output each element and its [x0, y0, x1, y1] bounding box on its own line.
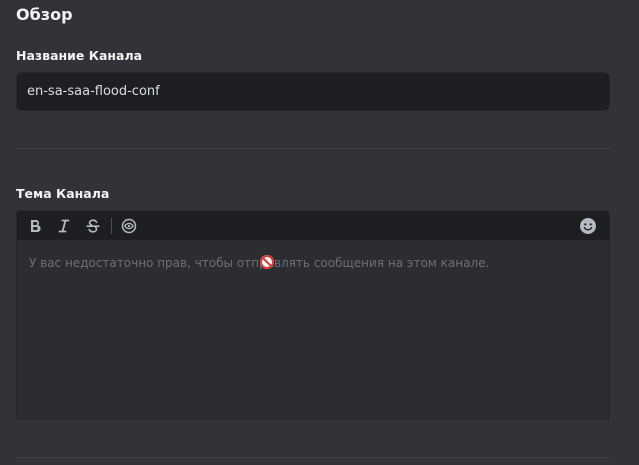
- emoji-button[interactable]: [576, 214, 600, 238]
- channel-name-input[interactable]: en-sa-saa-flood-conf: [16, 72, 610, 111]
- channel-topic-editor: У вас недостаточно прав, чтобы отправлят…: [16, 210, 610, 420]
- spoiler-button[interactable]: [117, 214, 141, 238]
- topic-input-area[interactable]: У вас недостаточно прав, чтобы отправлят…: [17, 240, 609, 286]
- italic-button[interactable]: [52, 214, 76, 238]
- emoji-face-icon: [580, 218, 596, 234]
- bold-icon: [31, 219, 41, 232]
- bold-button[interactable]: [23, 214, 47, 238]
- channel-name-label: Название Канала: [16, 48, 143, 63]
- channel-topic-label: Тема Канала: [16, 186, 110, 201]
- toolbar-separator: [111, 217, 112, 234]
- formatting-toolbar: [17, 211, 609, 240]
- section-divider: [16, 457, 610, 458]
- eye-icon: [121, 218, 137, 233]
- no-entry-cursor-icon: [260, 255, 274, 269]
- channel-name-value: en-sa-saa-flood-conf: [27, 84, 160, 99]
- italic-icon: [58, 219, 70, 232]
- page-title: Обзор: [16, 5, 73, 24]
- strikethrough-icon: [86, 218, 100, 233]
- section-divider: [16, 148, 610, 149]
- strikethrough-button[interactable]: [81, 214, 105, 238]
